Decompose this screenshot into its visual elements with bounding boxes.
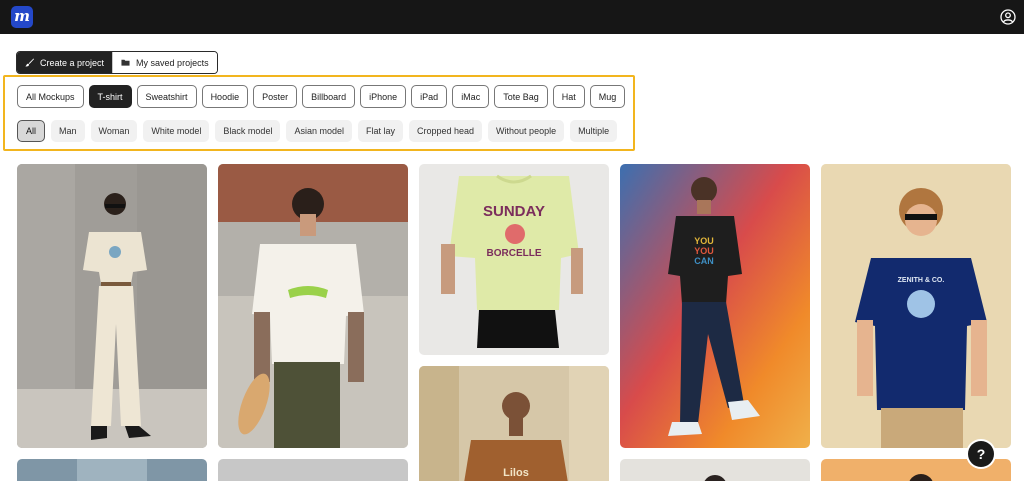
mockup-card-man-brown[interactable]: Lilos (419, 366, 609, 481)
mockup-card-man-back[interactable] (218, 164, 408, 448)
chip-tote-bag[interactable]: Tote Bag (494, 85, 548, 108)
mockup-image: YOU YOU CAN (620, 164, 810, 448)
subfilter-man[interactable]: Man (51, 120, 85, 142)
mockup-image: Lilos (419, 366, 609, 481)
mockup-image (218, 459, 408, 481)
mockup-card-partial-4[interactable] (620, 459, 810, 481)
mockup-image: ZENITH & CO. (821, 164, 1011, 448)
print-you-2: YOU (694, 246, 714, 256)
chip-poster[interactable]: Poster (253, 85, 298, 108)
chip-mug[interactable]: Mug (589, 85, 626, 108)
chip-hat[interactable]: Hat (552, 85, 585, 108)
category-chips: All Mockups T-shirt Sweatshirt Hoodie Po… (17, 85, 626, 108)
mockup-image (17, 459, 207, 481)
print-borcelle: BORCELLE (487, 248, 542, 259)
chip-ipad[interactable]: iPad (411, 85, 448, 108)
chip-hoodie[interactable]: Hoodie (201, 85, 249, 108)
subfilter-black-model[interactable]: Black model (215, 120, 281, 142)
mockup-card-partial-2[interactable] (218, 459, 408, 481)
svg-text:Lilos: Lilos (503, 467, 529, 479)
account-circle-icon[interactable] (1000, 9, 1016, 25)
chip-sweatshirt[interactable]: Sweatshirt (136, 85, 197, 108)
filter-panel: All Mockups T-shirt Sweatshirt Hoodie Po… (3, 75, 635, 151)
print-zenith: ZENITH & CO. (898, 277, 945, 284)
tab-saved-projects-label: My saved projects (136, 57, 209, 68)
chip-tshirt[interactable]: T-shirt (88, 85, 132, 108)
tab-create-project-label: Create a project (40, 57, 105, 68)
chip-billboard[interactable]: Billboard (302, 85, 356, 108)
mockup-card-woman-cream[interactable] (17, 164, 207, 448)
subfilter-all[interactable]: All (17, 120, 46, 142)
subfilter-woman[interactable]: Woman (90, 120, 138, 142)
subfilter-cropped-head[interactable]: Cropped head (409, 120, 483, 142)
mockup-image (218, 164, 408, 448)
app-logo[interactable]: m (11, 6, 33, 28)
chip-imac[interactable]: iMac (452, 85, 490, 108)
top-bar: m (0, 0, 1024, 34)
print-sunday: SUNDAY (483, 203, 545, 220)
subfilter-asian-model[interactable]: Asian model (286, 120, 352, 142)
chip-all-mockups[interactable]: All Mockups (17, 85, 84, 108)
mockup-card-flat-lime[interactable]: SUNDAY BORCELLE (419, 164, 609, 355)
chip-iphone[interactable]: iPhone (360, 85, 407, 108)
help-button[interactable]: ? (968, 441, 994, 467)
print-you-1: YOU (694, 236, 714, 246)
paintbrush-icon (25, 58, 34, 67)
subfilter-chips: All Man Woman White model Black model As… (17, 120, 618, 142)
mockup-card-partial-1[interactable] (17, 459, 207, 481)
subfilter-without-people[interactable]: Without people (488, 120, 565, 142)
subfilter-multiple[interactable]: Multiple (570, 120, 618, 142)
folder-icon (121, 59, 130, 66)
project-tabs: Create a project My saved projects (16, 51, 218, 74)
tab-saved-projects[interactable]: My saved projects (112, 52, 217, 73)
tab-create-project[interactable]: Create a project (17, 52, 113, 73)
mockup-image (620, 459, 810, 481)
mockup-image: SUNDAY BORCELLE (419, 164, 609, 355)
subfilter-flat-lay[interactable]: Flat lay (357, 120, 403, 142)
subfilter-white-model[interactable]: White model (143, 120, 210, 142)
mockup-card-boy-navy[interactable]: ZENITH & CO. (821, 164, 1011, 448)
mockup-card-man-black-colorful[interactable]: YOU YOU CAN (620, 164, 810, 448)
mockup-image (17, 164, 207, 448)
print-can: CAN (694, 256, 714, 266)
